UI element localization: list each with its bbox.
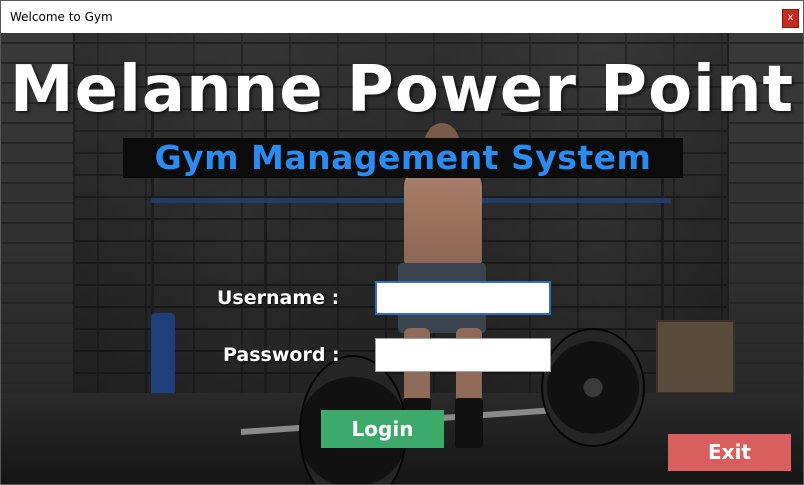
athlete-torso: [404, 168, 482, 268]
login-button[interactable]: Login: [321, 410, 444, 448]
gym-background-image: Melanne Power Point Gym Management Syste…: [1, 33, 803, 484]
app-heading: Melanne Power Point: [9, 53, 795, 127]
title-bar: Welcome to Gym x: [1, 1, 803, 33]
username-input[interactable]: [375, 281, 551, 315]
password-input[interactable]: [375, 338, 551, 372]
barbell-plate-right: [541, 328, 645, 447]
close-button[interactable]: x: [782, 9, 799, 28]
login-window: Welcome to Gym x Melanne Power Point Gym…: [0, 0, 804, 485]
app-subheading: Gym Management System: [123, 138, 683, 178]
background-plyo-box: [656, 320, 735, 394]
exit-button[interactable]: Exit: [668, 434, 791, 471]
athlete-sock-right: [455, 398, 483, 448]
username-label: Username :: [217, 287, 340, 309]
password-label: Password :: [223, 344, 340, 366]
window-title: Welcome to Gym: [10, 10, 113, 24]
